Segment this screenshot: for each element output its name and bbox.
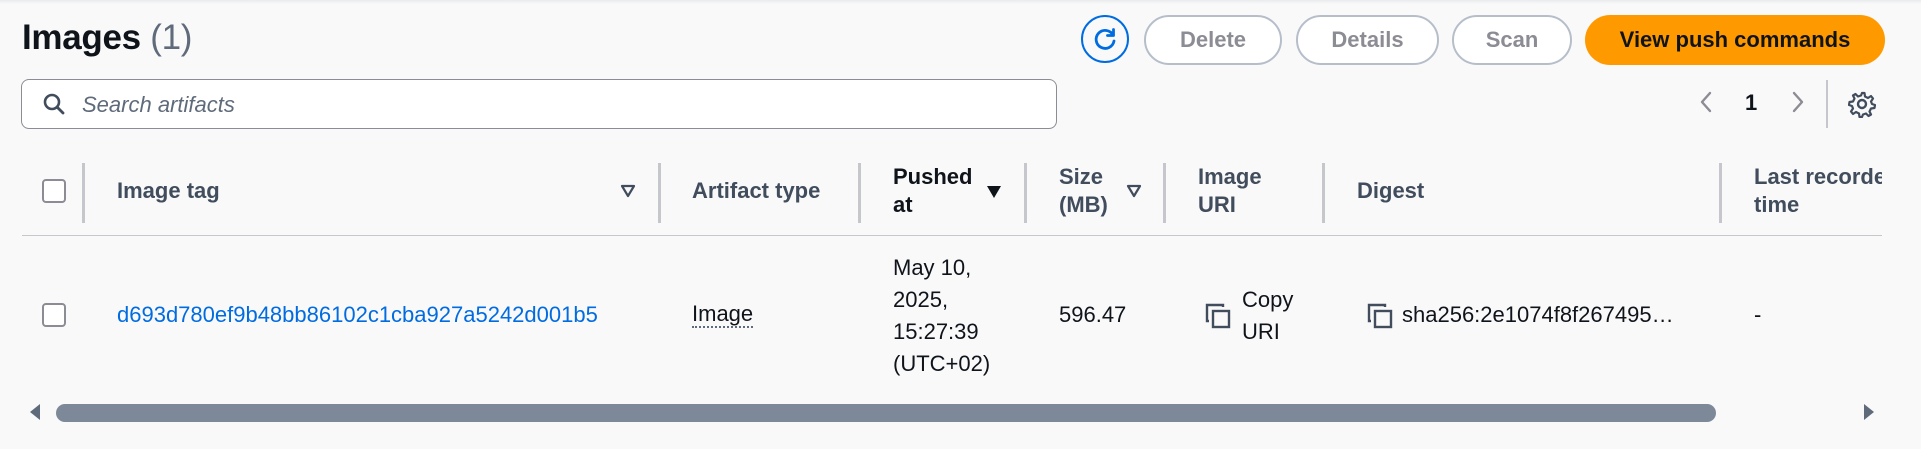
details-button-label: Details (1331, 27, 1404, 52)
last-recorded-cell: - (1754, 302, 1762, 327)
row-checkbox[interactable] (42, 303, 66, 327)
pushed-at-cell: May 10, 2025, 15:27:39 (UTC+02) (893, 252, 990, 380)
copy-icon[interactable] (1366, 302, 1394, 330)
pushed-at-header-line1: Pushed (893, 164, 973, 189)
artifact-type-cell: Image (692, 300, 754, 328)
image-count: (1) (150, 18, 193, 57)
image-uri-header-line1: Image (1198, 164, 1262, 189)
search-icon (43, 93, 65, 115)
column-divider (658, 163, 661, 223)
previous-page-icon[interactable] (1698, 90, 1714, 114)
artifact-type-header-label: Artifact type (692, 178, 821, 203)
horizontal-scrollbar[interactable] (56, 404, 1716, 422)
column-header-artifact-type: Artifact type (692, 177, 820, 205)
image-tag-header-label: Image tag (117, 178, 220, 203)
pushed-at-line: May 10, (893, 255, 972, 280)
copy-uri-button[interactable]: Copy URI (1204, 284, 1324, 348)
scroll-left-icon[interactable] (30, 404, 40, 420)
refresh-button[interactable] (1081, 15, 1129, 63)
column-header-image-uri: Image URI (1198, 163, 1262, 219)
page-title: Images (1) (22, 18, 192, 58)
column-divider (1163, 163, 1166, 223)
search-input[interactable] (80, 90, 984, 120)
pushed-at-line: 15:27:39 (893, 319, 979, 344)
scan-button-label: Scan (1485, 27, 1539, 52)
header-divider (22, 235, 1882, 236)
gear-icon[interactable] (1848, 90, 1876, 118)
column-header-size[interactable]: Size (MB) (1059, 163, 1108, 219)
size-header-line1: Size (1059, 164, 1104, 189)
size-cell: 596.47 (1059, 302, 1127, 327)
column-divider (858, 163, 861, 223)
sorted-descending-icon[interactable] (986, 185, 1002, 199)
artifact-type-value[interactable]: Image (692, 301, 754, 328)
size-header-line2: (MB) (1059, 192, 1108, 217)
column-divider (1322, 163, 1325, 223)
pushed-at-header-line2: at (893, 192, 913, 217)
search-box (21, 79, 1057, 129)
sort-icon[interactable] (620, 184, 636, 198)
column-header-digest: Digest (1357, 177, 1424, 205)
pushed-at-line: (UTC+02) (893, 351, 991, 376)
page-title-text: Images (22, 18, 141, 57)
digest-cell: sha256:2e1074f8f267495… (1402, 302, 1674, 327)
column-header-image-tag[interactable]: Image tag (117, 177, 220, 205)
scroll-right-icon[interactable] (1864, 404, 1874, 420)
image-uri-header-line2: URI (1198, 192, 1236, 217)
next-page-icon[interactable] (1790, 90, 1806, 114)
image-tag-link[interactable]: d693d780ef9b48bb86102c1cba927a5242d001b5 (117, 302, 598, 327)
pager-divider (1826, 80, 1828, 128)
last-recorded-header-line2: time (1754, 192, 1800, 217)
details-button[interactable]: Details (1296, 15, 1439, 65)
copy-uri-line2: URI (1242, 319, 1280, 344)
pushed-at-line: 2025, (893, 287, 949, 312)
column-divider (82, 163, 85, 223)
column-header-pushed-at[interactable]: Pushed at (893, 163, 972, 219)
column-divider (1024, 163, 1027, 223)
copy-uri-line1: Copy (1242, 287, 1294, 312)
page-number[interactable]: 1 (1745, 90, 1757, 116)
delete-button[interactable]: Delete (1144, 15, 1282, 65)
table-row: d693d780ef9b48bb86102c1cba927a5242d001b5 (117, 299, 598, 331)
digest-header-label: Digest (1357, 178, 1425, 203)
column-header-last-recorded: Last recorded time (1754, 163, 1882, 219)
scan-button[interactable]: Scan (1452, 15, 1572, 65)
column-divider (1719, 163, 1722, 223)
select-all-checkbox[interactable] (42, 179, 66, 203)
sort-icon[interactable] (1126, 184, 1142, 198)
last-recorded-header-line1: Last recorded (1754, 164, 1882, 189)
top-shadow (0, 0, 1921, 4)
view-push-commands-label: View push commands (1619, 27, 1851, 52)
view-push-commands-button[interactable]: View push commands (1585, 15, 1885, 65)
copy-uri-label: Copy URI (1242, 284, 1293, 348)
delete-button-label: Delete (1179, 27, 1247, 52)
refresh-icon (1094, 28, 1116, 50)
copy-icon (1205, 303, 1231, 329)
